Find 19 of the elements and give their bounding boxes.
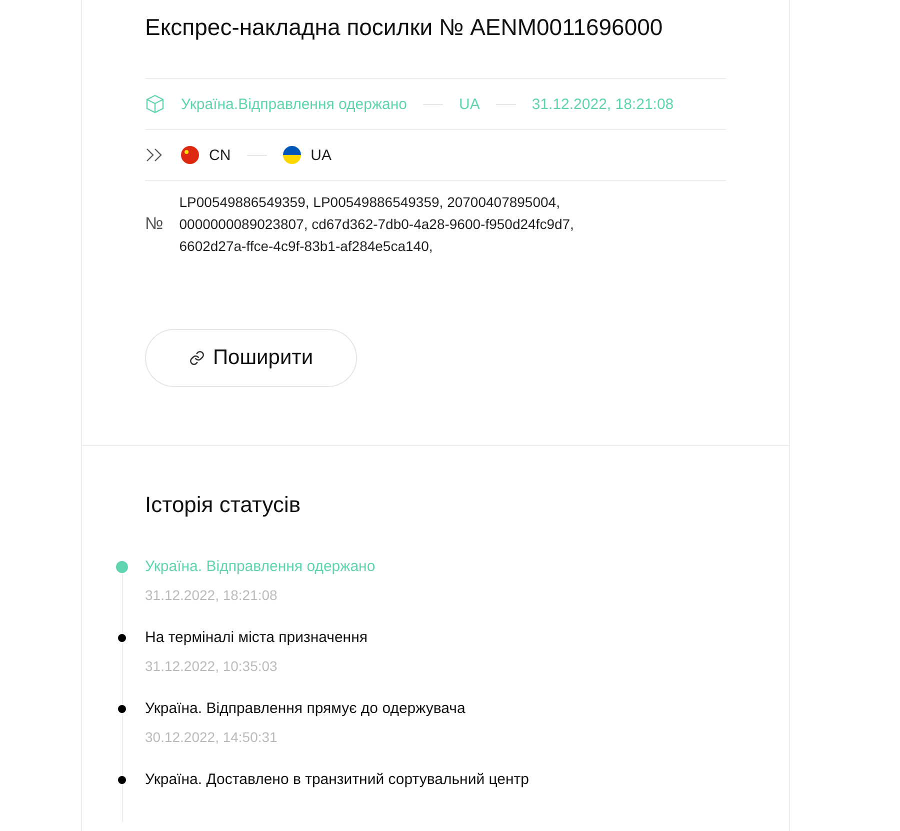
status-datetime: 30.12.2022, 14:50:31 xyxy=(145,729,278,745)
origin-country: CN xyxy=(209,146,231,164)
status-name: Україна. Доставлено в транзитний сортувальний центр xyxy=(145,771,530,788)
country-code: UA xyxy=(459,96,480,112)
status-text: Україна.Відправлення одержано xyxy=(181,96,407,112)
status-datetime: 31.12.2022, 18:21:08 xyxy=(532,96,674,112)
status-datetime: 31.12.2022, 18:21:08 xyxy=(145,587,278,603)
link-icon xyxy=(188,350,205,366)
waybill-title: Експрес-накладна посилки № AENM0011696000 xyxy=(145,14,664,41)
history-title: Історія статусів xyxy=(145,492,302,518)
number-sign: № xyxy=(145,214,164,234)
box-icon xyxy=(145,94,165,114)
share-button[interactable]: Поширити xyxy=(145,329,357,387)
destination-country: UA xyxy=(310,146,332,164)
status-name: На терміналі міста призначення xyxy=(145,629,368,646)
status-name: Україна. Відправлення одержано xyxy=(145,558,376,575)
tracking-numbers: LP00549886549359, LP00549886549359, 20700407895004, 0000000089023807, cd67d362-7db0-4a28-9600-f950d24fc9d7, 6602d27a-ffce-4c9f-83b1-af284e5ca140, xyxy=(179,193,575,256)
status-datetime: 31.12.2022, 10:35:03 xyxy=(145,658,278,674)
status-name: Україна. Відправлення прямує до одержувача xyxy=(145,700,466,717)
